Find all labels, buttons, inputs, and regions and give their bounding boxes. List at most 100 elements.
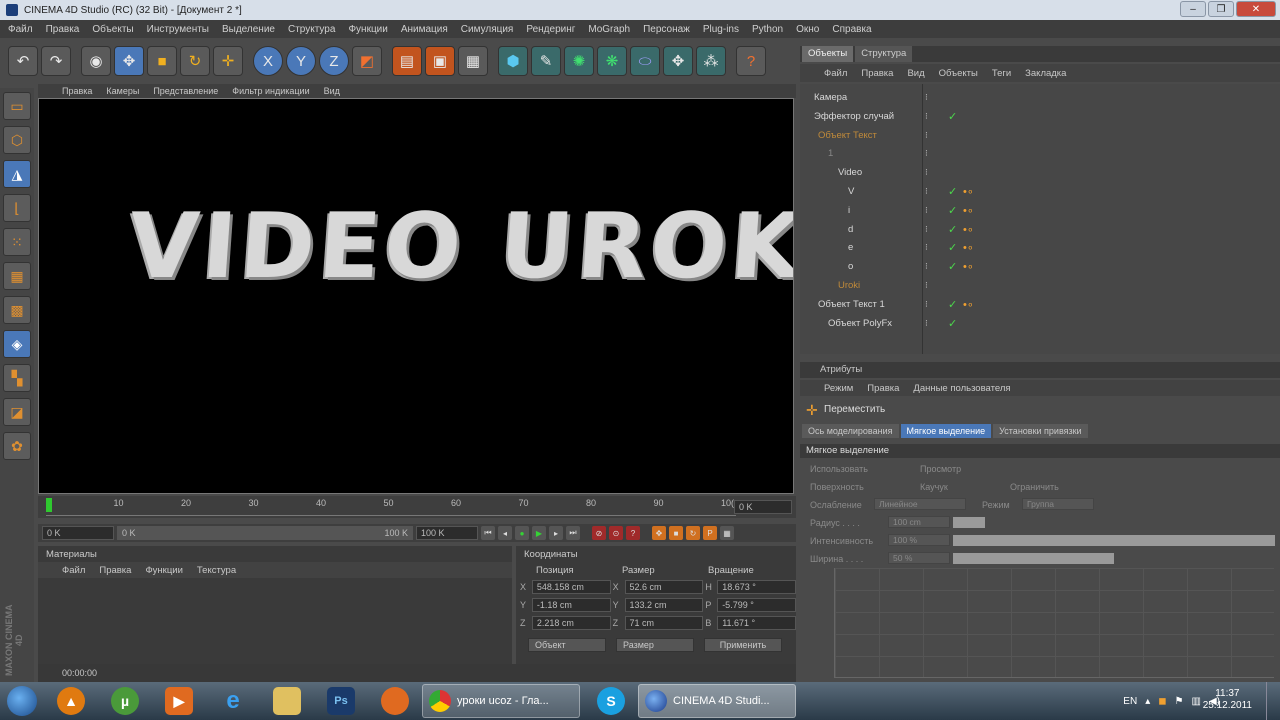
attributes-menu-item[interactable]: Данные пользователя — [913, 383, 1010, 394]
timeline-playhead[interactable] — [46, 498, 52, 512]
menu-item[interactable]: Справка — [832, 24, 871, 35]
visibility-dots-icon[interactable]: ⁝ — [925, 148, 928, 159]
coordinate-size-field[interactable]: 52.6 cm — [624, 580, 704, 594]
coordinate-pos-field[interactable]: 2.218 cm — [531, 616, 611, 630]
falloff-dropdown[interactable]: Линейное — [874, 498, 966, 510]
object-name[interactable]: o — [848, 261, 853, 272]
enabled-check-icon[interactable]: ✓ — [948, 317, 957, 330]
attributes-menu-item[interactable]: Правка — [867, 383, 899, 394]
intensity-slider[interactable] — [953, 535, 1275, 546]
array-icon[interactable]: ❋ — [597, 46, 627, 76]
taskbar-app-media[interactable]: ▶ — [152, 683, 206, 719]
object-name[interactable]: Объект Текст — [818, 130, 877, 141]
object-row[interactable]: Объект PolyFx ⁝ ✓ — [800, 314, 1280, 333]
visibility-dots-icon[interactable]: ⁝ — [925, 205, 928, 216]
points-mode-icon[interactable]: ⁙ — [3, 228, 31, 256]
enabled-check-icon[interactable]: ✓ — [948, 298, 957, 311]
visibility-dots-icon[interactable]: ⁝ — [925, 111, 928, 122]
help-icon[interactable]: ? — [736, 46, 766, 76]
move-icon[interactable]: ✥ — [114, 46, 144, 76]
workplane-icon[interactable]: ◪ — [3, 398, 31, 426]
visibility-dots-icon[interactable]: ⁝ — [925, 224, 928, 235]
objects-menu-item[interactable]: Теги — [992, 68, 1011, 79]
start-button[interactable] — [0, 683, 44, 719]
object-name[interactable]: i — [848, 205, 850, 216]
object-name[interactable]: d — [848, 224, 853, 235]
object-name[interactable]: 1 — [828, 148, 833, 159]
menu-item[interactable]: Окно — [796, 24, 819, 35]
tab-snap-settings[interactable]: Установки привязки — [993, 424, 1088, 438]
materials-menu-item[interactable]: Функции — [145, 565, 182, 576]
light-icon[interactable]: ⁂ — [696, 46, 726, 76]
tray-app-icon[interactable]: ◼ — [1158, 696, 1166, 707]
coordinate-pos-field[interactable]: 548.158 cm — [531, 580, 611, 594]
previous-frame-icon[interactable]: ● — [515, 526, 529, 540]
texture-mode-icon[interactable]: ◮ — [3, 160, 31, 188]
subdivision-icon[interactable]: ✺ — [564, 46, 594, 76]
taskbar-app-skype[interactable]: S — [584, 683, 638, 719]
axis-mode-icon[interactable]: ⌊ — [3, 194, 31, 222]
enabled-check-icon[interactable]: ✓ — [948, 185, 957, 198]
undo-icon[interactable]: ↶ — [8, 46, 38, 76]
menu-item[interactable]: Объекты — [92, 24, 133, 35]
sculpt-icon[interactable]: ✿ — [3, 432, 31, 460]
frame-range-slider[interactable]: 0 K 100 K — [117, 526, 413, 540]
object-tags-icon[interactable]: •∘ — [963, 223, 974, 236]
scale-icon[interactable]: ■ — [147, 46, 177, 76]
coordinate-size-field[interactable]: 71 cm — [624, 616, 704, 630]
show-desktop-button[interactable] — [1266, 682, 1280, 720]
maximize-button[interactable]: ❐ — [1208, 1, 1234, 17]
viewport-menu-item[interactable]: Представление — [153, 86, 218, 96]
live-select-icon[interactable]: ◉ — [81, 46, 111, 76]
visibility-dots-icon[interactable]: ⁝ — [925, 261, 928, 272]
object-row[interactable]: Объект Текст 1 ⁝ ✓ •∘ — [800, 295, 1280, 314]
object-row[interactable]: Объект Текст ⁝ — [800, 126, 1280, 145]
width-slider[interactable] — [953, 553, 1114, 564]
tab-soft-selection[interactable]: Мягкое выделение — [900, 424, 992, 438]
object-row[interactable]: V ⁝ ✓ •∘ — [800, 182, 1280, 201]
object-name[interactable]: V — [848, 186, 854, 197]
edit-render-settings-icon[interactable]: ▦ — [458, 46, 488, 76]
y-axis-icon[interactable]: Y — [286, 46, 316, 76]
menu-item[interactable]: Выделение — [222, 24, 275, 35]
object-row[interactable]: d ⁝ ✓ •∘ — [800, 220, 1280, 239]
system-clock[interactable]: 11:37 25.12.2011 — [1203, 688, 1252, 712]
polygons-mode-icon[interactable]: ▩ — [3, 296, 31, 324]
use-checkbox-label[interactable]: Использовать — [810, 464, 868, 474]
key-param-icon[interactable]: P — [703, 526, 717, 540]
object-tags-icon[interactable]: •∘ — [963, 241, 974, 254]
surface-checkbox-label[interactable]: Поверхность — [810, 482, 864, 492]
cube-icon[interactable]: ⬢ — [498, 46, 528, 76]
viewport-menu-item[interactable]: Камеры — [106, 86, 139, 96]
objects-menu-item[interactable]: Правка — [861, 68, 893, 79]
tab-structure[interactable]: Структура — [855, 46, 913, 62]
make-editable-icon[interactable]: ▭ — [3, 92, 31, 120]
object-name[interactable]: Камера — [814, 92, 847, 103]
menu-item[interactable]: Файл — [8, 24, 33, 35]
tray-expand-icon[interactable]: ▴ — [1145, 696, 1150, 707]
menu-item[interactable]: MoGraph — [588, 24, 630, 35]
object-name[interactable]: Эффектор случай — [814, 111, 894, 122]
menu-item[interactable]: Структура — [288, 24, 335, 35]
enabled-check-icon[interactable]: ✓ — [948, 223, 957, 236]
object-name[interactable]: Video — [838, 167, 862, 178]
key-position-icon[interactable]: ✥ — [652, 526, 666, 540]
timeline[interactable]: 010203040506070809010( 0 K — [38, 496, 796, 518]
object-tags-icon[interactable]: •∘ — [963, 204, 974, 217]
menu-item[interactable]: Plug-ins — [703, 24, 739, 35]
taskbar-app-vlc[interactable]: ▲ — [44, 683, 98, 719]
materials-menu-item[interactable]: Файл — [62, 565, 85, 576]
object-row[interactable]: Камера ⁝ — [800, 88, 1280, 107]
end-frame-field[interactable]: 100 K — [416, 526, 478, 540]
minimize-button[interactable]: – — [1180, 1, 1206, 17]
objects-menu-item[interactable]: Вид — [907, 68, 924, 79]
object-name[interactable]: Объект Текст 1 — [818, 299, 885, 310]
tab-objects[interactable]: Объекты — [802, 46, 854, 62]
materials-menu-item[interactable]: Правка — [99, 565, 131, 576]
flag-icon[interactable]: ⚑ — [1175, 696, 1184, 707]
coordinate-size-field[interactable]: 133.2 cm — [624, 598, 704, 612]
play-icon[interactable]: ▶ — [532, 526, 546, 540]
visibility-dots-icon[interactable]: ⁝ — [925, 299, 928, 310]
language-indicator[interactable]: EN — [1123, 696, 1137, 707]
viewport-menu-item[interactable]: Фильтр индикации — [232, 86, 309, 96]
